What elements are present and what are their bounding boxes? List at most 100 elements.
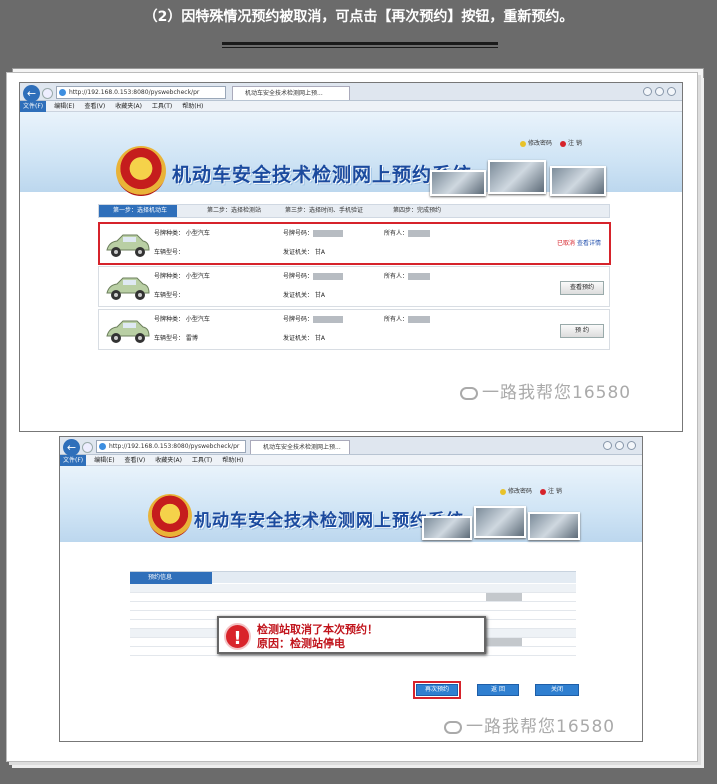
ie-icon [59,89,66,96]
plate-type: 号牌种类： 小型汽车 [154,273,210,280]
vehicle-row: 号牌种类： 小型汽车 车辆型号： 号牌号码： 发证机关： 甘A 所有人： 查看预… [98,266,610,307]
screenshot-cancel-detail: ← http://192.168.0.153:8080/pyswebcheck/… [59,436,643,742]
browser-tab[interactable]: 机动车安全技术检测网上预... [232,86,350,100]
ie-icon [99,443,106,450]
owner: 所有人： [384,273,431,281]
screenshot-vehicle-list: ← http://192.168.0.153:8080/pyswebcheck/… [19,82,683,432]
forward-icon[interactable] [82,442,93,453]
vehicle-model: 车辆型号： 雷博 [154,335,198,342]
menu-help[interactable]: 帮助(H) [182,101,203,112]
dialog-line-cancelled: 检测站取消了本次预约！ [257,623,378,636]
cancel-notice-dialog: ! 检测站取消了本次预约！ 原因：检测站停电 [217,616,486,654]
address-bar[interactable]: http://192.168.0.153:8080/pyswebcheck/pr [56,86,226,99]
change-password-link[interactable]: 修改密码 [508,488,532,495]
forward-icon[interactable] [42,88,53,99]
logout-icon [559,140,566,147]
menu-view[interactable]: 查看(V) [124,455,145,466]
change-password-link[interactable]: 修改密码 [528,140,552,147]
page-body: 修改密码 注 销 机动车安全技术检测网上预约系统 预约信息 ! 检测站取消了本次… [60,466,642,741]
view-appointment-button[interactable]: 查看预约 [560,281,604,295]
headline: （2）因特殊情况预约被取消，可点击【再次预约】按钮，重新预约。 [143,9,574,25]
car-icon [106,277,150,300]
page-body: 修改密码 注 销 机动车安全技术检测网上预约系统 第一步：选择机动车 第二步：选… [20,112,682,431]
logout-icon [539,488,546,495]
police-emblem-icon [116,146,166,196]
issuing-office: 发证机关： 甘A [283,292,326,299]
banner-photo [488,160,546,194]
form-header: 预约信息 [130,571,576,584]
menu-bar: 文件(F) 编辑(E) 查看(V) 收藏夹(A) 工具(T) 帮助(H) [60,455,642,466]
police-emblem-icon [148,494,192,538]
menu-file[interactable]: 文件(F) [20,101,47,112]
owner: 所有人： [384,316,431,324]
rebook-button[interactable]: 再次预约 [413,681,461,699]
plate-number: 号牌号码： [283,273,344,281]
close-button[interactable]: 关闭 [535,684,579,696]
home-icon[interactable] [603,441,612,450]
form-row [130,593,576,602]
address-text: http://192.168.0.153:8080/pyswebcheck/pr [69,89,200,96]
wechat-icon [460,386,478,400]
back-arrow-icon[interactable]: ← [23,85,40,102]
browser-chrome: ← http://192.168.0.153:8080/pyswebcheck/… [20,83,682,102]
tab-appointment-info[interactable]: 预约信息 [130,572,212,584]
headline-rule [222,42,498,45]
menu-view[interactable]: 查看(V) [84,101,105,112]
key-icon [500,488,506,495]
form-section-row [130,584,576,593]
back-button[interactable]: 返 回 [477,684,519,696]
step-4: 第四步：完成预约 [393,207,442,214]
dialog-line-reason: 原因：检测站停电 [257,637,345,650]
address-text: http://192.168.0.153:8080/pyswebcheck/pr [109,443,240,450]
menu-favorites[interactable]: 收藏夹(A) [155,455,182,466]
banner-photo [474,506,526,538]
book-appointment-button[interactable]: 预 约 [560,324,604,338]
headline-rule-thin [222,47,498,48]
gear-icon[interactable] [627,441,636,450]
browser-tab[interactable]: 机动车安全技术检测网上预... [250,440,350,454]
address-bar[interactable]: http://192.168.0.153:8080/pyswebcheck/pr [96,440,246,453]
banner-photo [550,166,606,196]
key-icon [520,140,526,147]
banner-photo [528,512,580,540]
menu-tools[interactable]: 工具(T) [192,455,212,466]
menu-help[interactable]: 帮助(H) [222,455,243,466]
step-2: 第二步：选择检测站 [207,207,262,214]
step-3: 第三步：选择时间、手机验证 [285,207,364,214]
warning-icon: ! [224,623,251,650]
tab-label: 机动车安全技术检测网上预... [245,90,323,97]
gear-icon[interactable] [667,87,676,96]
star-icon[interactable] [615,441,624,450]
step-1: 第一步：选择机动车 [99,205,178,217]
site-title: 机动车安全技术检测网上预约系统 [172,164,473,186]
banner-photos [430,152,610,196]
tab-label: 机动车安全技术检测网上预... [263,444,341,451]
plate-number: 号牌号码： [283,316,344,324]
menu-edit[interactable]: 编辑(E) [94,455,114,466]
plate-type: 号牌种类： 小型汽车 [154,316,210,323]
menu-edit[interactable]: 编辑(E) [54,101,74,112]
watermark: 一路我帮您16580 [460,378,631,403]
vehicle-model: 车辆型号： [154,292,185,299]
home-icon[interactable] [643,87,652,96]
banner-photo [430,170,486,196]
site-banner: 修改密码 注 销 机动车安全技术检测网上预约系统 [60,466,642,542]
menu-tools[interactable]: 工具(T) [152,101,172,112]
watermark: 一路我帮您16580 [444,712,615,737]
banner-photo [422,516,472,540]
logout-link[interactable]: 注 销 [568,140,582,147]
menu-file[interactable]: 文件(F) [60,455,87,466]
banner-photos [422,500,582,542]
vehicle-row: 号牌种类： 小型汽车 车辆型号： 雷博 号牌号码： 发证机关： 甘A 所有人： … [98,309,610,350]
car-icon [106,320,150,343]
highlight-box [98,222,611,265]
issuing-office: 发证机关： 甘A [283,335,326,342]
star-icon[interactable] [655,87,664,96]
back-arrow-icon[interactable]: ← [63,439,80,456]
site-banner: 修改密码 注 销 机动车安全技术检测网上预约系统 [20,112,682,196]
menu-favorites[interactable]: 收藏夹(A) [115,101,142,112]
logout-link[interactable]: 注 销 [548,488,562,495]
form-row [130,602,576,611]
top-links: 修改密码 注 销 [514,138,582,147]
top-links: 修改密码 注 销 [494,486,562,495]
